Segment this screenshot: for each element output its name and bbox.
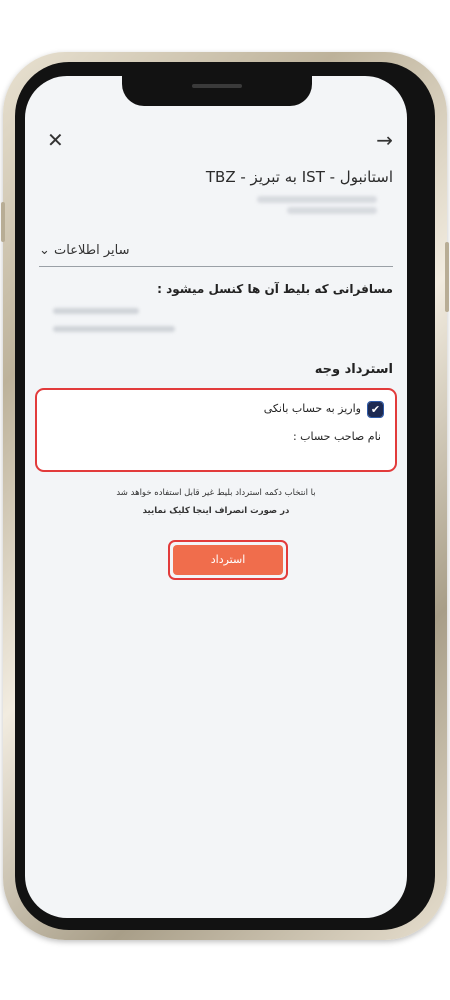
route-title: استانبول - IST به تبریز - TBZ — [205, 168, 393, 186]
refund-button[interactable]: استرداد — [173, 545, 283, 575]
more-info-toggle[interactable]: سایر اطلاعات ⌄ — [39, 243, 130, 258]
blurred-flight-details-2 — [287, 207, 377, 214]
blurred-flight-details — [257, 196, 377, 203]
refund-section-title: استرداد وجه — [314, 362, 393, 377]
bank-deposit-checkbox[interactable]: ✔ — [367, 401, 384, 418]
phone-frame: ✕ → استانبول - IST به تبریز - TBZ سایر ا… — [1, 52, 449, 940]
warning-note: با انتخاب دکمه استرداد بلیط غیر قابل است… — [116, 488, 316, 498]
volume-button — [1, 202, 5, 242]
bank-deposit-label: واریز به حساب بانکی — [263, 402, 361, 415]
arrow-right-icon[interactable]: → — [376, 130, 393, 150]
phone-notch — [122, 76, 312, 106]
blurred-passenger-details — [53, 326, 175, 332]
passengers-title: مسافرانی که بلیط آن ها کنسل میشود : — [157, 282, 393, 296]
chevron-down-icon: ⌄ — [39, 243, 50, 258]
speaker-grille — [192, 84, 242, 88]
account-holder-label: نام صاحب حساب : — [292, 430, 381, 443]
blurred-passenger-name — [53, 308, 139, 314]
power-button — [445, 242, 449, 312]
more-info-label: سایر اطلاعات — [54, 243, 130, 258]
checkmark-icon: ✔ — [370, 403, 381, 416]
cancel-link[interactable]: در صورت انصراف اینجا کلیک نمایید — [25, 506, 407, 516]
divider — [39, 266, 393, 267]
refund-method-box: ✔ واریز به حساب بانکی نام صاحب حساب : — [35, 388, 397, 472]
app-screen: ✕ → استانبول - IST به تبریز - TBZ سایر ا… — [25, 76, 407, 918]
close-icon[interactable]: ✕ — [47, 130, 64, 150]
refund-button-highlight: استرداد — [168, 540, 288, 580]
